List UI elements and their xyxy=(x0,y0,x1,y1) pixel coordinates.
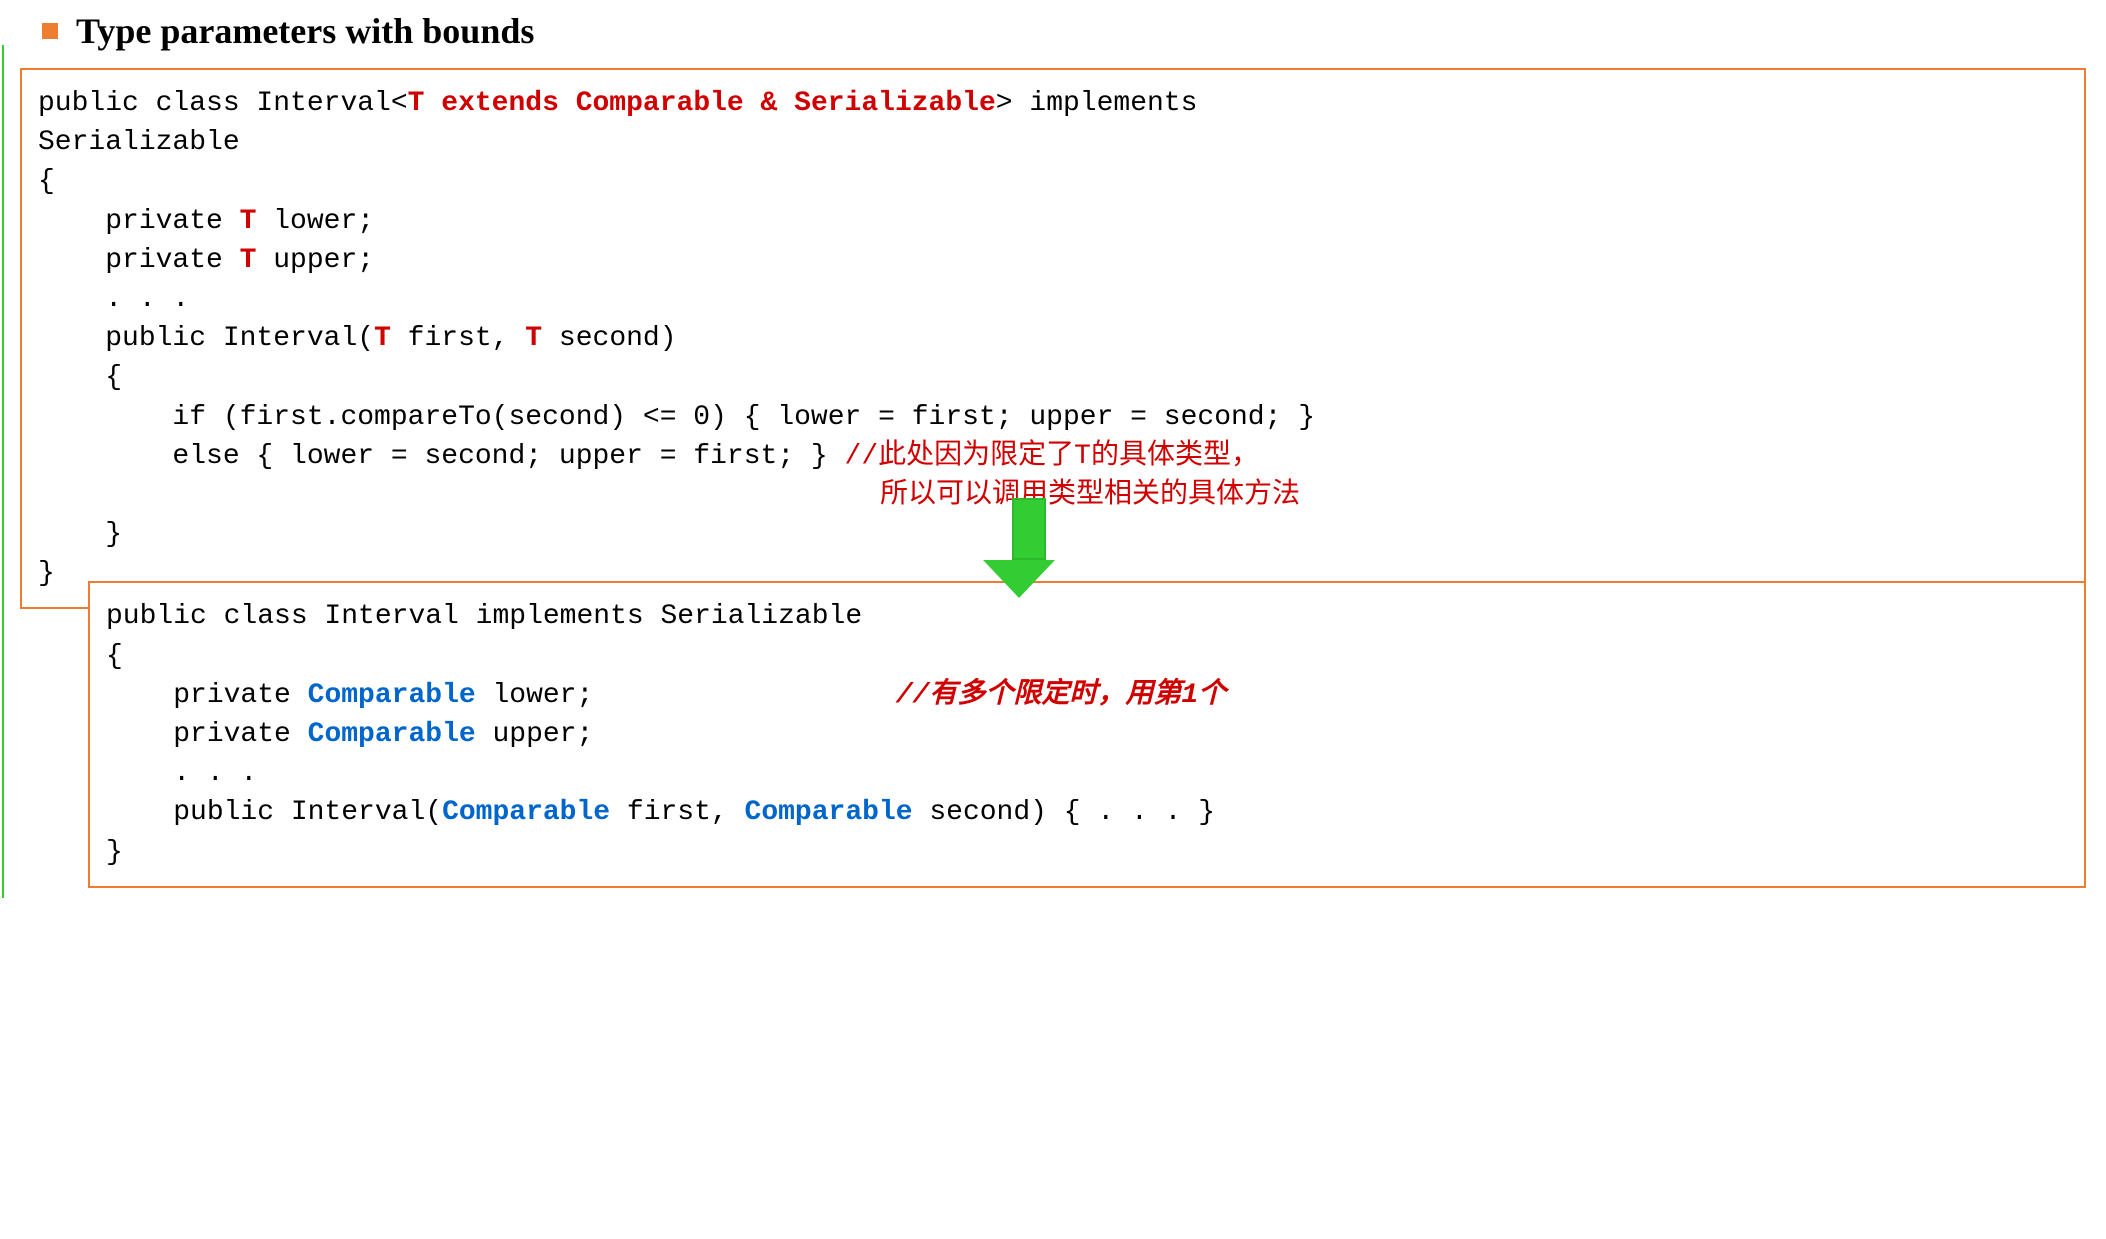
c1-l5c: upper; xyxy=(256,245,374,276)
c1-l5b: T xyxy=(240,245,257,276)
c1-l4a: private xyxy=(38,206,240,237)
c1-l3: { xyxy=(38,166,55,197)
c1-l5a: private xyxy=(38,245,240,276)
c1-l1a: public class Interval< xyxy=(38,88,408,119)
c1-l7a: public Interval( xyxy=(38,323,374,354)
c1-l2: Serializable xyxy=(38,127,240,158)
c1-l6: . . . xyxy=(38,284,189,315)
c2-l6b: Comparable xyxy=(442,797,610,828)
c1-l4c: lower; xyxy=(256,206,374,237)
c2-l6e: second) { . . . } xyxy=(913,797,1215,828)
c2-l3b: Comparable xyxy=(308,680,476,711)
c2-l3a: private xyxy=(106,680,308,711)
c1-l7d: T xyxy=(525,323,542,354)
c2-l6d: Comparable xyxy=(745,797,913,828)
c2-l6c: first, xyxy=(610,797,744,828)
c1-l7b: T xyxy=(374,323,391,354)
c1-l11: } xyxy=(38,519,122,550)
title-row: Type parameters with bounds xyxy=(20,10,2086,52)
c1-l10b: //此处因为限定了T的具体类型， xyxy=(845,441,1259,472)
c1-l1c: > implements xyxy=(996,88,1198,119)
c1-l12: } xyxy=(38,558,55,589)
bullet-icon xyxy=(42,23,58,39)
c1-l7e: second) xyxy=(542,323,676,354)
slide-title: Type parameters with bounds xyxy=(76,10,534,52)
code-box-2: public class Interval implements Seriali… xyxy=(88,581,2086,887)
c2-l7: } xyxy=(106,837,123,868)
c2-l4a: private xyxy=(106,719,308,750)
c2-l6a: public Interval( xyxy=(106,797,442,828)
c2-l3c: lower; xyxy=(476,680,594,711)
c2-l5: . . . xyxy=(106,758,257,789)
c1-l10c: 所以可以调用类型相关的具体方法 xyxy=(38,480,1300,511)
c2-l4c: upper; xyxy=(476,719,594,750)
c2-comment: //有多个限定时，用第1个 xyxy=(896,680,1226,711)
left-green-bar xyxy=(2,45,4,898)
c1-l4b: T xyxy=(240,206,257,237)
c1-l10a: else { lower = second; upper = first; } xyxy=(38,441,845,472)
c1-l8: { xyxy=(38,362,122,393)
c1-l7c: first, xyxy=(391,323,525,354)
c1-l1b: T extends Comparable & Serializable xyxy=(408,88,996,119)
c2-l1: public class Interval implements Seriali… xyxy=(106,601,862,632)
c1-l9: if (first.compareTo(second) <= 0) { lowe… xyxy=(38,402,1315,433)
c2-l4b: Comparable xyxy=(308,719,476,750)
arrow-down-icon xyxy=(1002,498,1055,598)
c2-l2: { xyxy=(106,641,123,672)
